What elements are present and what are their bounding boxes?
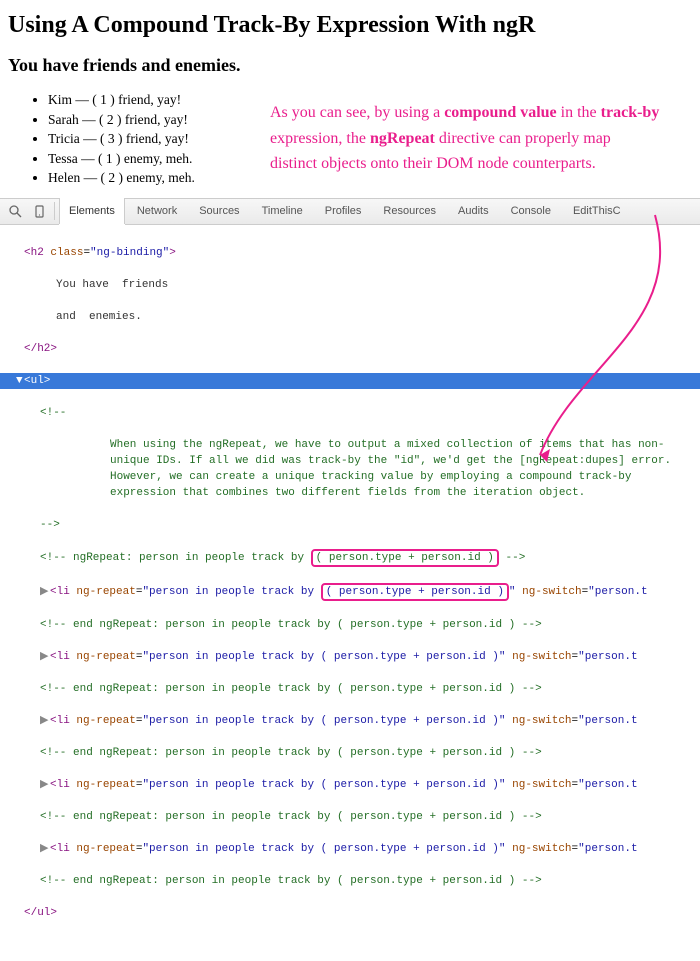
toolbar-separator <box>54 202 55 220</box>
tab-audits[interactable]: Audits <box>448 198 499 224</box>
device-icon[interactable] <box>28 201 50 221</box>
tab-elements[interactable]: Elements <box>59 198 125 224</box>
h2-text-line2: and enemies. <box>56 311 142 323</box>
tab-profiles[interactable]: Profiles <box>315 198 372 224</box>
devtools-toolbar: Elements Network Sources Timeline Profil… <box>0 199 700 225</box>
page-title: Using A Compound Track-By Expression Wit… <box>8 12 692 39</box>
trackby-highlight-1: ( person.type + person.id ) <box>311 549 499 567</box>
tab-console[interactable]: Console <box>501 198 561 224</box>
handwritten-annotation: As you can see, by using a compound valu… <box>270 100 660 177</box>
devtools-panel: Elements Network Sources Timeline Profil… <box>0 198 700 961</box>
tab-sources[interactable]: Sources <box>189 198 249 224</box>
tab-editthiscookie[interactable]: EditThisC <box>563 198 631 224</box>
h2-text-line1: You have friends <box>56 279 168 291</box>
trackby-highlight-2: ( person.type + person.id ) <box>321 583 509 601</box>
selected-ul-node[interactable]: ▼<ul> <box>0 373 700 389</box>
tab-resources[interactable]: Resources <box>373 198 446 224</box>
tab-network[interactable]: Network <box>127 198 187 224</box>
devtools-dom-tree[interactable]: <h2 class="ng-binding"> You have friends… <box>0 225 700 961</box>
search-icon[interactable] <box>4 201 26 221</box>
tab-timeline[interactable]: Timeline <box>252 198 313 224</box>
page-subtitle: You have friends and enemies. <box>8 55 692 76</box>
ngrepeat-explainer-comment: When using the ngRepeat, we have to outp… <box>110 439 671 499</box>
